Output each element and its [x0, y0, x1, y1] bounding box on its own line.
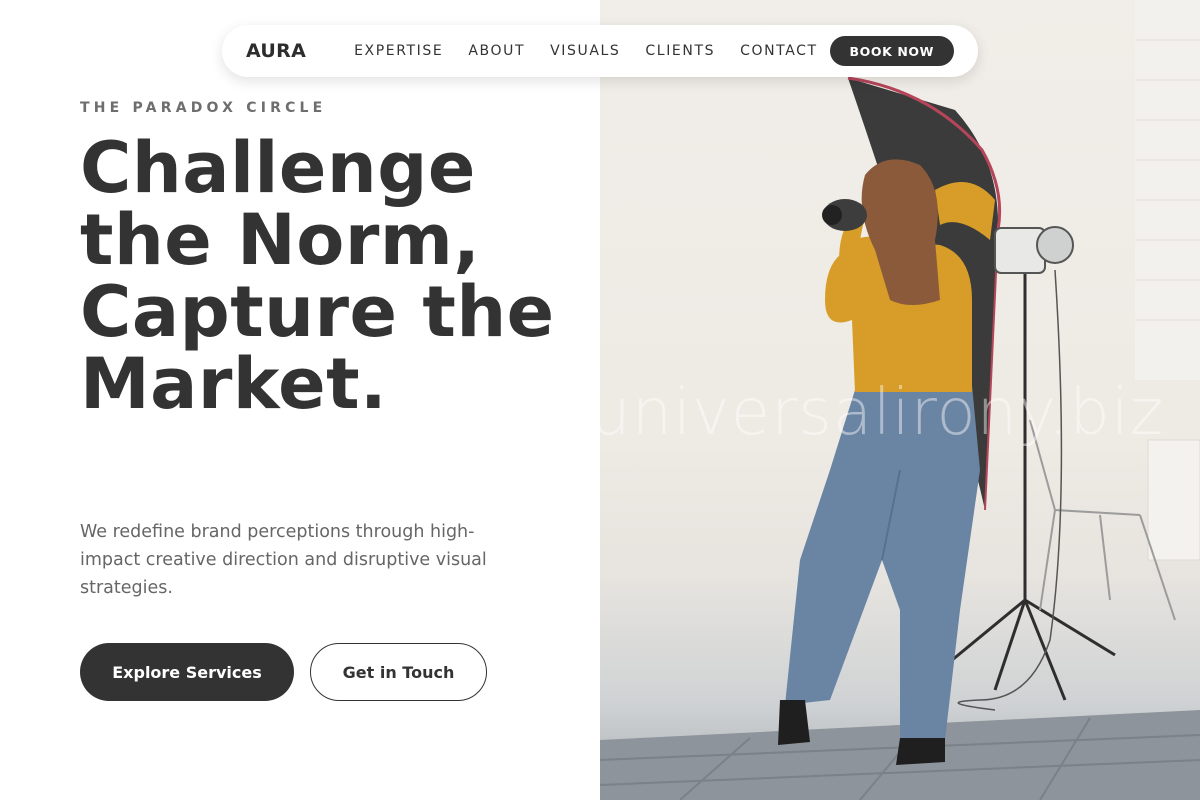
nav-link-visuals[interactable]: VISUALS	[550, 43, 620, 59]
hero-subtext: We redefine brand perceptions through hi…	[80, 522, 487, 598]
hero-headline: Challenge the Norm, Capture the Market.	[80, 127, 555, 425]
book-now-button[interactable]: BOOK NOW	[829, 36, 954, 66]
brand-logo[interactable]: AURA	[246, 40, 306, 62]
watermark-text: universalirony.biz	[590, 376, 1165, 450]
nav-link-clients[interactable]: CLIENTS	[645, 43, 715, 59]
top-navbar: AURA EXPERTISE ABOUT VISUALS CLIENTS CON…	[222, 25, 978, 77]
get-in-touch-button[interactable]: Get in Touch	[310, 643, 487, 701]
nav-link-about[interactable]: ABOUT	[468, 43, 525, 59]
explore-services-button[interactable]: Explore Services	[80, 643, 294, 701]
nav-links: EXPERTISE ABOUT VISUALS CLIENTS CONTACT	[354, 43, 818, 59]
nav-link-expertise[interactable]: EXPERTISE	[354, 43, 443, 59]
hero-eyebrow: THE PARADOX CIRCLE	[80, 100, 327, 116]
nav-link-contact[interactable]: CONTACT	[740, 43, 818, 59]
